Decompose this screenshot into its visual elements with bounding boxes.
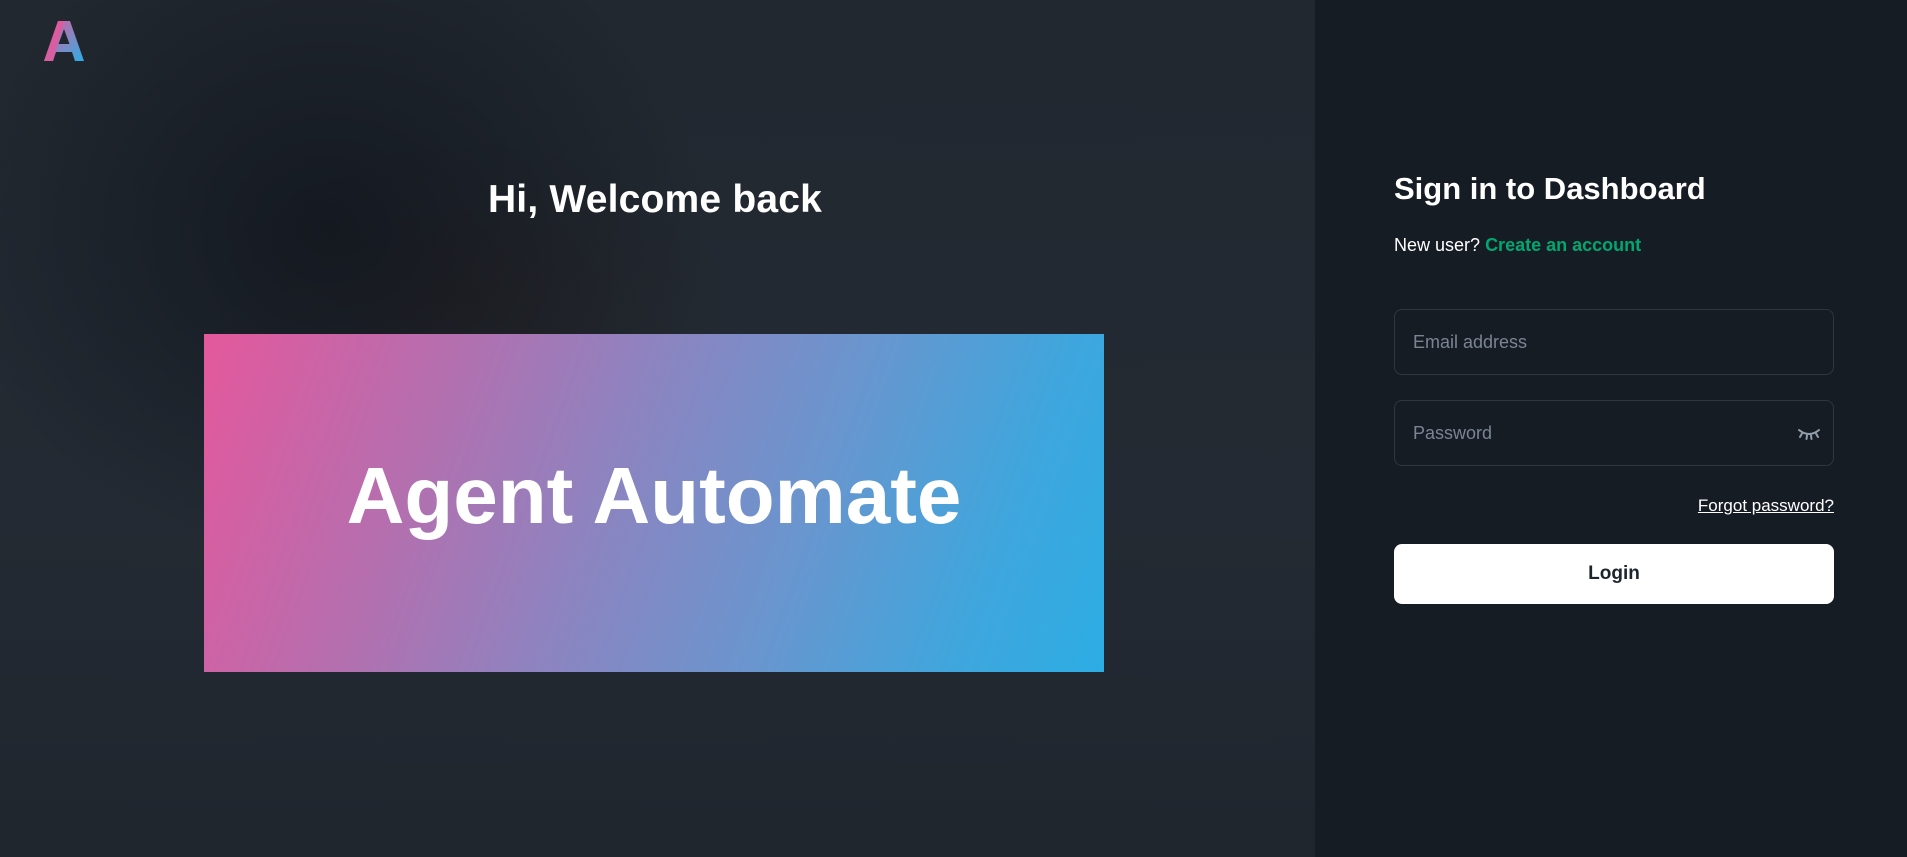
forgot-password-link[interactable]: Forgot password? bbox=[1698, 496, 1834, 516]
banner-text: Agent Automate bbox=[346, 451, 962, 540]
hero-banner: Agent Automate bbox=[204, 334, 1104, 672]
email-field[interactable] bbox=[1395, 310, 1833, 374]
password-field[interactable] bbox=[1395, 401, 1833, 465]
hero-title: Hi, Welcome back bbox=[487, 178, 823, 221]
create-account-link[interactable]: Create an account bbox=[1485, 235, 1641, 255]
eye-closed-icon[interactable] bbox=[1797, 423, 1821, 443]
hero-section: Hi, Welcome back Agent Automate bbox=[0, 0, 1315, 857]
login-button[interactable]: Login bbox=[1394, 544, 1834, 604]
new-user-prompt: New user? bbox=[1394, 235, 1481, 255]
login-page: Hi, Welcome back Agent Automate Sign in … bbox=[0, 0, 1907, 857]
password-field-wrapper bbox=[1394, 400, 1834, 466]
signin-panel: Sign in to Dashboard New user? Create an… bbox=[1315, 0, 1907, 857]
new-user-line: New user? Create an account bbox=[1394, 235, 1641, 256]
logo-icon[interactable] bbox=[44, 19, 84, 61]
signin-title: Sign in to Dashboard bbox=[1394, 171, 1706, 206]
email-field-wrapper bbox=[1394, 309, 1834, 375]
